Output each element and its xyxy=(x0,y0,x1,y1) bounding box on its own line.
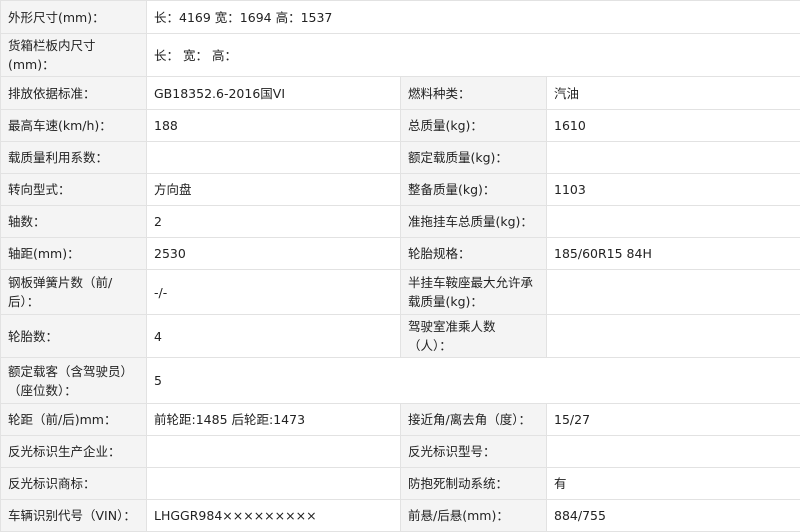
spec-label: 反光标识型号： xyxy=(401,436,547,468)
spec-value: 188 xyxy=(147,110,401,142)
table-row: 钢板弹簧片数（前/后）： -/- 半挂车鞍座最大允许承载质量(kg)： xyxy=(1,270,800,315)
table-row: 反光标识商标： 防抱死制动系统： 有 xyxy=(1,468,800,500)
table-row: 排放依据标准： GB18352.6-2016国VI 燃料种类： 汽油 xyxy=(1,77,800,110)
spec-label: 排放依据标准： xyxy=(1,77,147,110)
table-row: 反光标识生产企业： 反光标识型号： xyxy=(1,436,800,468)
spec-label: 轮胎规格： xyxy=(401,238,547,270)
spec-value: 前轮距:1485 后轮距:1473 xyxy=(147,404,401,436)
table-row: 轴数： 2 准拖挂车总质量(kg)： xyxy=(1,206,800,238)
vehicle-spec-table: 外形尺寸(mm)： 长：4169 宽：1694 高：1537 货箱栏板内尺寸(m… xyxy=(0,0,800,532)
table-row: 载质量利用系数： 额定载质量(kg)： xyxy=(1,142,800,174)
spec-label: 额定载质量(kg)： xyxy=(401,142,547,174)
table-row: 货箱栏板内尺寸(mm)： 长： 宽： 高： xyxy=(1,34,800,77)
spec-label: 燃料种类： xyxy=(401,77,547,110)
spec-label: 反光标识生产企业： xyxy=(1,436,147,468)
table-row: 外形尺寸(mm)： 长：4169 宽：1694 高：1537 xyxy=(1,1,800,34)
spec-value: 2 xyxy=(147,206,401,238)
spec-value xyxy=(547,436,800,468)
spec-label: 外形尺寸(mm)： xyxy=(1,1,147,34)
spec-value: 汽油 xyxy=(547,77,800,110)
table-row: 轴距(mm)： 2530 轮胎规格： 185/60R15 84H xyxy=(1,238,800,270)
spec-value: 185/60R15 84H xyxy=(547,238,800,270)
spec-value: 15/27 xyxy=(547,404,800,436)
spec-value: 长：4169 宽：1694 高：1537 xyxy=(147,1,800,34)
spec-value: 有 xyxy=(547,468,800,500)
spec-label: 半挂车鞍座最大允许承载质量(kg)： xyxy=(401,270,547,315)
spec-label: 车辆识别代号（VIN）： xyxy=(1,500,147,532)
spec-value xyxy=(547,206,800,238)
spec-value: 884/755 xyxy=(547,500,800,532)
spec-label: 额定载客（含驾驶员）（座位数）： xyxy=(1,358,147,404)
table-row: 轮胎数： 4 驾驶室准乘人数（人）： xyxy=(1,315,800,358)
spec-label: 轮距（前/后)mm： xyxy=(1,404,147,436)
spec-value: 5 xyxy=(147,358,800,404)
spec-label: 轴距(mm)： xyxy=(1,238,147,270)
spec-value: LHGGR984××××××××× xyxy=(147,500,401,532)
spec-label: 最高车速(km/h)： xyxy=(1,110,147,142)
spec-label: 货箱栏板内尺寸(mm)： xyxy=(1,34,147,77)
spec-value xyxy=(147,468,401,500)
table-row: 转向型式： 方向盘 整备质量(kg)： 1103 xyxy=(1,174,800,206)
spec-value: GB18352.6-2016国VI xyxy=(147,77,401,110)
spec-value: 方向盘 xyxy=(147,174,401,206)
spec-value: 长： 宽： 高： xyxy=(147,34,800,77)
table-row: 轮距（前/后)mm： 前轮距:1485 后轮距:1473 接近角/离去角（度）：… xyxy=(1,404,800,436)
spec-label: 转向型式： xyxy=(1,174,147,206)
spec-label: 前悬/后悬(mm)： xyxy=(401,500,547,532)
spec-label: 防抱死制动系统： xyxy=(401,468,547,500)
spec-label: 轮胎数： xyxy=(1,315,147,358)
table-row: 最高车速(km/h)： 188 总质量(kg)： 1610 xyxy=(1,110,800,142)
spec-value xyxy=(547,142,800,174)
spec-label: 总质量(kg)： xyxy=(401,110,547,142)
spec-value: 1610 xyxy=(547,110,800,142)
spec-label: 反光标识商标： xyxy=(1,468,147,500)
spec-label: 轴数： xyxy=(1,206,147,238)
spec-label: 准拖挂车总质量(kg)： xyxy=(401,206,547,238)
spec-label: 驾驶室准乘人数（人）： xyxy=(401,315,547,358)
spec-label: 钢板弹簧片数（前/后）： xyxy=(1,270,147,315)
spec-value xyxy=(547,315,800,358)
table-row: 车辆识别代号（VIN）： LHGGR984××××××××× 前悬/后悬(mm)… xyxy=(1,500,800,532)
spec-value xyxy=(147,142,401,174)
spec-label: 接近角/离去角（度）： xyxy=(401,404,547,436)
spec-label: 载质量利用系数： xyxy=(1,142,147,174)
spec-value: 1103 xyxy=(547,174,800,206)
spec-label: 整备质量(kg)： xyxy=(401,174,547,206)
table-row: 额定载客（含驾驶员）（座位数）： 5 xyxy=(1,358,800,404)
spec-value: -/- xyxy=(147,270,401,315)
spec-value: 4 xyxy=(147,315,401,358)
spec-value: 2530 xyxy=(147,238,401,270)
spec-value xyxy=(547,270,800,315)
spec-value xyxy=(147,436,401,468)
